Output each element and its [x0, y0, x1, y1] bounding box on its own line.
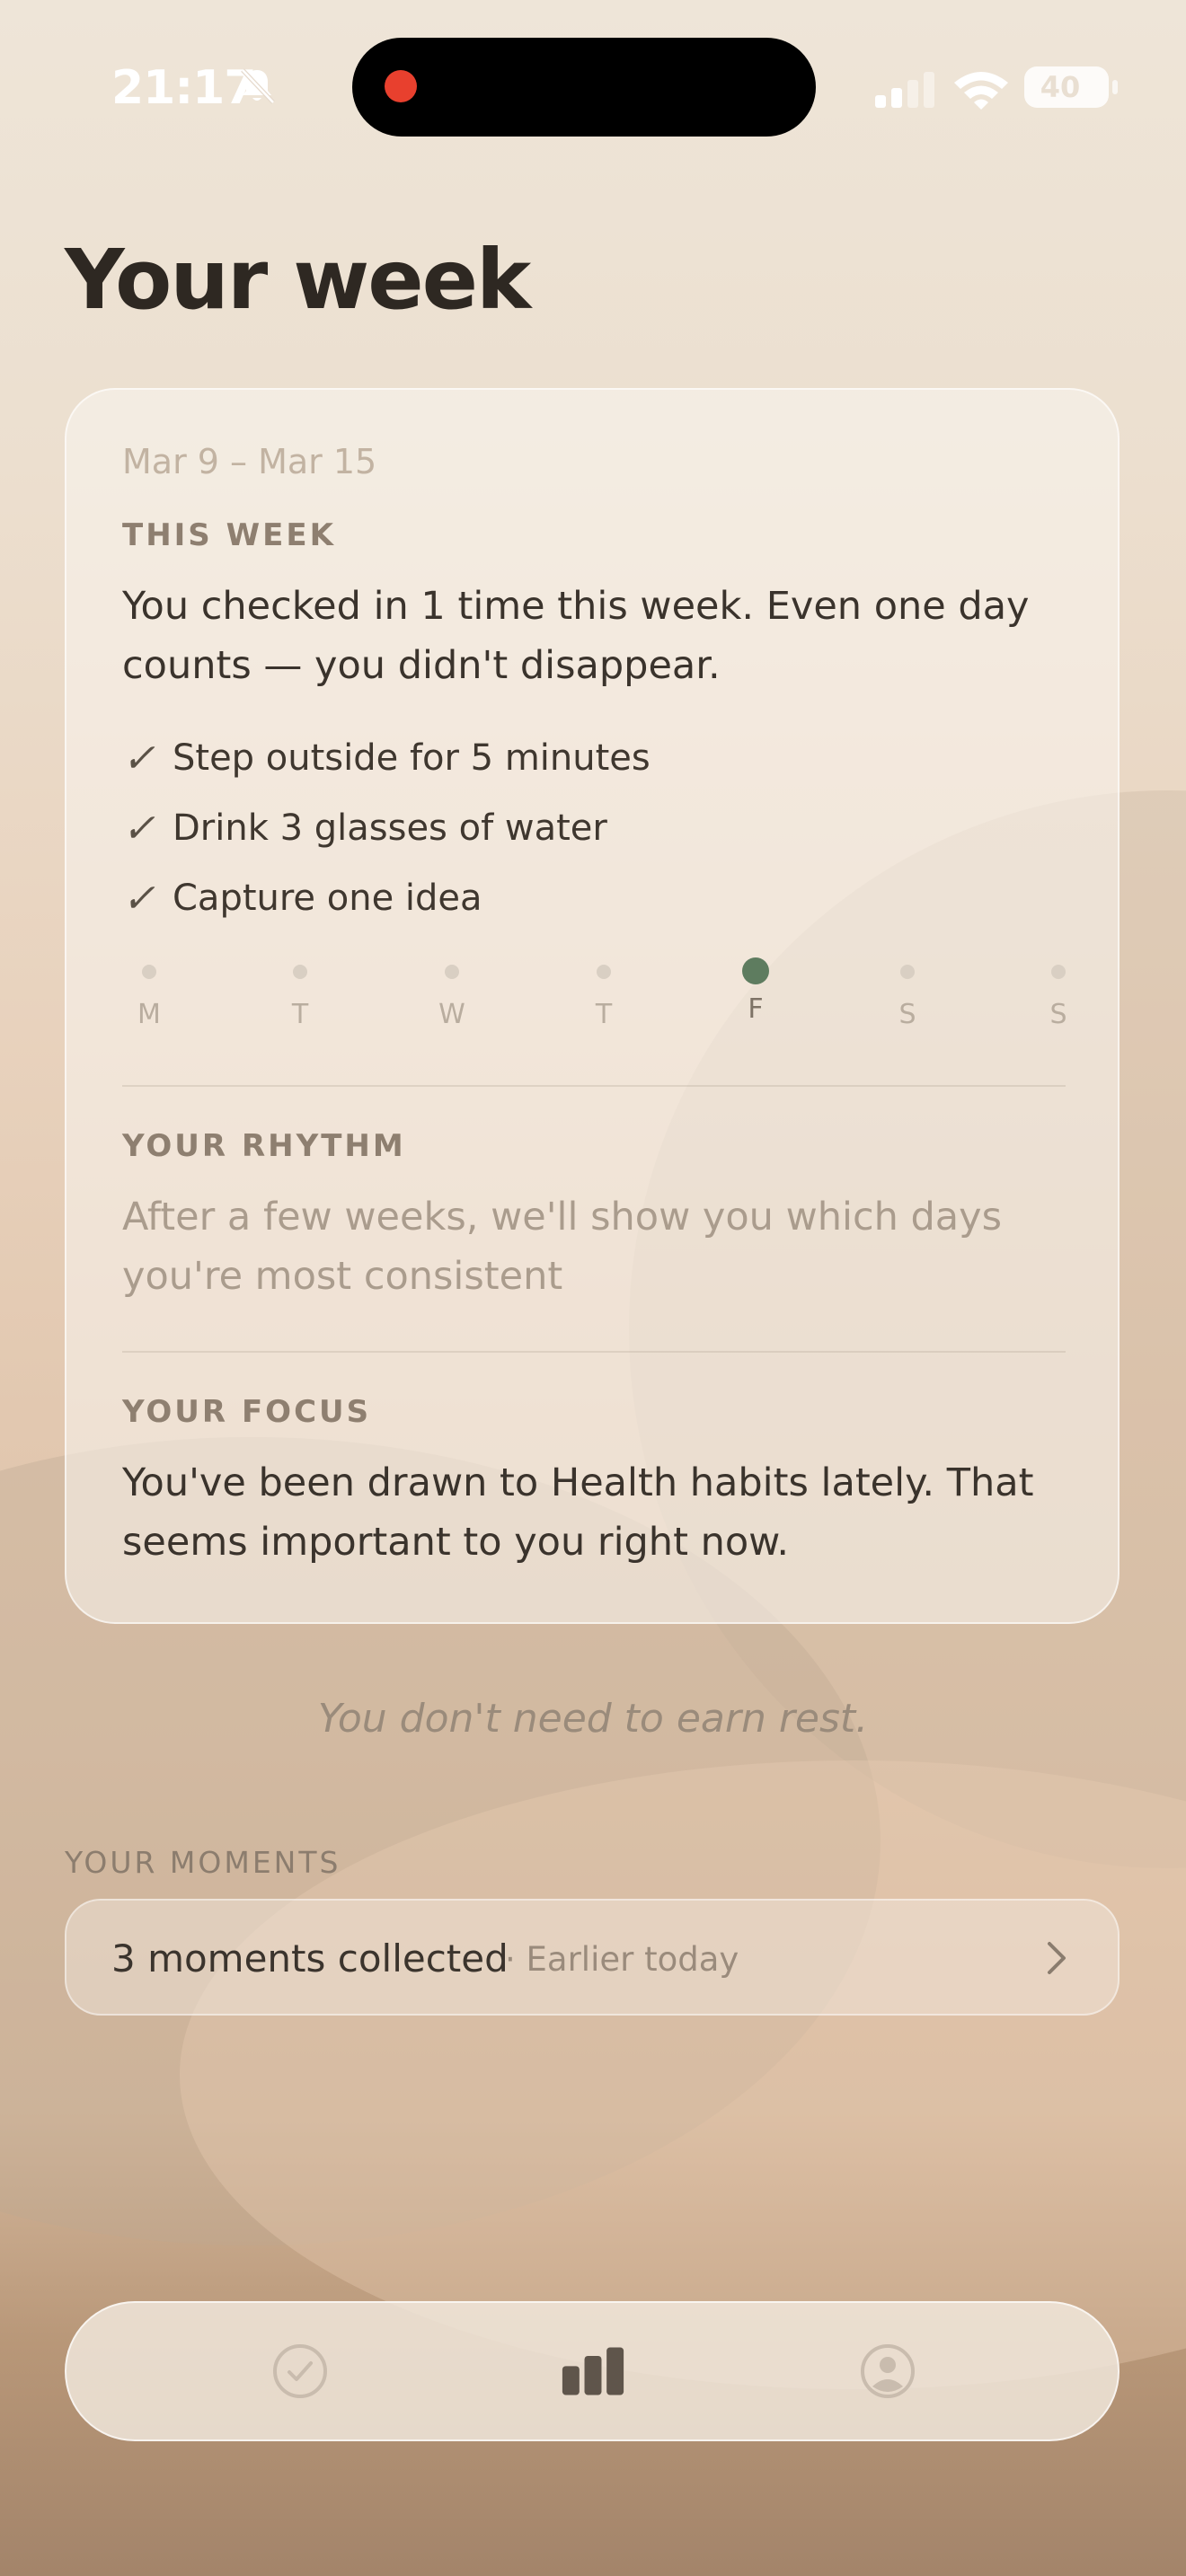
day-label: W	[438, 999, 465, 1030]
bar-chart-icon	[562, 2347, 624, 2395]
day-wednesday: W	[425, 957, 479, 1030]
day-tuesday: T	[273, 957, 327, 1030]
date-range: Mar 9 – Mar 15	[122, 442, 377, 481]
day-label: T	[291, 999, 309, 1030]
recording-indicator	[385, 70, 417, 102]
rhythm-label: YOUR RHYTHM	[122, 1128, 406, 1164]
tab-profile[interactable]	[855, 2339, 920, 2404]
day-dot	[445, 965, 459, 979]
habit-label: Drink 3 glasses of water	[173, 807, 607, 849]
moments-time: · Earlier today	[505, 1940, 739, 1979]
status-bar: 21:17 40	[0, 0, 1186, 171]
habit-label: Step outside for 5 minutes	[173, 737, 651, 779]
page-title: Your week	[65, 232, 531, 328]
habit-item: ✓ Drink 3 glasses of water	[122, 803, 607, 853]
divider	[122, 1085, 1066, 1087]
day-dot-active	[742, 957, 769, 984]
battery-icon: 40	[1024, 66, 1118, 108]
tab-bar	[65, 2301, 1120, 2441]
day-thursday: T	[577, 957, 631, 1030]
chevron-right-icon	[1048, 1942, 1066, 1974]
affirmation-quote: You don't need to earn rest.	[317, 1696, 869, 1742]
weekday-tracker: M T W T F S S	[122, 957, 1067, 1030]
day-dot	[900, 965, 915, 979]
day-sunday: S	[1031, 957, 1085, 1030]
day-label: M	[137, 999, 161, 1030]
checkmark-icon: ✓	[122, 875, 155, 922]
this-week-summary: You checked in 1 time this week. Even on…	[122, 584, 1030, 688]
habit-label: Capture one idea	[173, 878, 482, 919]
week-summary-card: Mar 9 – Mar 15 THIS WEEK You checked in …	[65, 388, 1120, 1624]
this-week-label: THIS WEEK	[122, 517, 336, 553]
focus-text: You've been drawn to Health habits latel…	[122, 1460, 1034, 1565]
habit-item: ✓ Capture one idea	[122, 873, 482, 923]
tab-week[interactable]	[561, 2339, 625, 2404]
wifi-icon	[954, 72, 1008, 110]
day-label: T	[595, 999, 613, 1030]
divider	[122, 1351, 1066, 1353]
status-time: 21:17	[111, 61, 257, 115]
check-circle-icon	[273, 2344, 327, 2398]
day-label: F	[748, 993, 764, 1025]
day-dot	[597, 965, 611, 979]
battery-level: 40	[1040, 70, 1081, 104]
bell-slash-icon	[241, 68, 275, 104]
dynamic-island	[352, 38, 816, 137]
day-dot	[1051, 965, 1066, 979]
day-dot	[142, 965, 156, 979]
screen: 21:17 40 Your week Mar 9 – Mar 15 THIS W…	[0, 0, 1186, 2576]
day-label: S	[1049, 999, 1067, 1030]
checkmark-icon: ✓	[122, 735, 155, 781]
moments-row[interactable]: 3 moments collected · Earlier today	[65, 1899, 1120, 2016]
profile-icon	[861, 2344, 915, 2398]
habit-item: ✓ Step outside for 5 minutes	[122, 733, 651, 783]
moments-count: 3 moments collected	[111, 1936, 509, 1981]
day-dot	[293, 965, 307, 979]
cellular-signal-icon	[875, 72, 934, 108]
moments-section-label: YOUR MOMENTS	[65, 1845, 341, 1880]
day-friday: F	[729, 957, 783, 1025]
day-monday: M	[122, 957, 176, 1030]
focus-label: YOUR FOCUS	[122, 1394, 372, 1430]
day-saturday: S	[881, 957, 934, 1030]
tab-checkin[interactable]	[268, 2339, 332, 2404]
day-label: S	[898, 999, 916, 1030]
checkmark-icon: ✓	[122, 805, 155, 851]
rhythm-text: After a few weeks, we'll show you which …	[122, 1195, 1003, 1299]
